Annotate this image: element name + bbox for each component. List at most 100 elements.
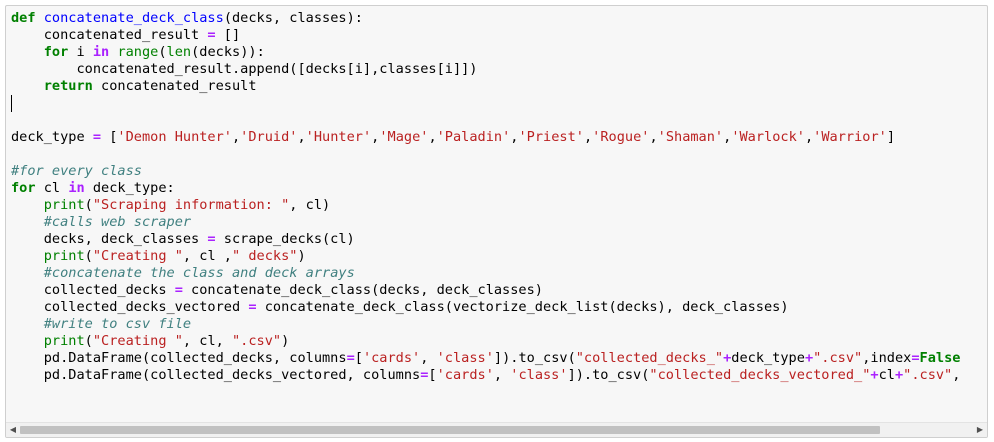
code-line[interactable]: print("Scraping information: ", cl)	[11, 197, 987, 214]
code-token: ,index	[862, 350, 912, 366]
code-token: +	[870, 367, 879, 383]
code-token: #calls web scraper	[43, 214, 192, 230]
code-token: ".csv"	[232, 333, 282, 349]
code-token: ]	[886, 129, 896, 145]
code-token: #for every class	[11, 163, 142, 179]
code-token: deck_type	[731, 350, 805, 366]
code-line[interactable]: #calls web scraper	[11, 214, 987, 231]
code-token: =	[248, 299, 257, 315]
scroll-left-arrow-icon[interactable]: ◀	[6, 423, 20, 437]
code-line[interactable]: pd.DataFrame(collected_decks, columns=['…	[11, 350, 987, 367]
code-line[interactable]: deck_type = ['Demon Hunter','Druid','Hun…	[11, 129, 987, 146]
code-line[interactable]: for cl in deck_type:	[11, 180, 987, 197]
code-editor[interactable]: def concatenate_deck_class(decks, classe…	[11, 10, 987, 421]
code-token: ,	[297, 129, 306, 145]
code-token: ]).to_csv(	[567, 367, 650, 383]
code-token: concatenated_result	[11, 27, 208, 43]
code-line[interactable]: print("Creating ", cl, ".csv")	[11, 333, 987, 350]
code-token: def	[11, 10, 36, 26]
code-token: concatenate_deck_class	[43, 10, 224, 26]
code-token: ]).to_csv(	[493, 350, 576, 366]
code-line[interactable]: #concatenate the class and deck arrays	[11, 265, 987, 282]
code-token: 'cards'	[362, 350, 421, 366]
code-line[interactable]: concatenated_result.append([decks[i],cla…	[11, 61, 987, 78]
code-token: 'Shaman'	[657, 129, 724, 145]
code-token: print	[43, 333, 85, 349]
code-line[interactable]	[11, 112, 987, 129]
code-token: =	[207, 27, 216, 43]
code-line[interactable]: #for every class	[11, 163, 987, 180]
code-token: "Creating "	[92, 248, 183, 264]
code-token: cl	[878, 367, 895, 383]
code-token: 'Demon Hunter'	[117, 129, 232, 145]
code-token: pd.DataFrame(collected_decks_vectored, c…	[11, 367, 421, 383]
code-token: (	[84, 333, 93, 349]
code-line[interactable]: concatenated_result = []	[11, 27, 987, 44]
code-line[interactable]: print("Creating ", cl ," decks")	[11, 248, 987, 265]
code-token: (	[84, 248, 93, 264]
code-token: , cl,	[182, 333, 232, 349]
code-token: ,	[952, 367, 961, 383]
code-token: print	[43, 197, 85, 213]
code-token: range	[117, 44, 159, 60]
code-token: 'Paladin'	[436, 129, 511, 145]
code-line[interactable]	[11, 146, 987, 163]
code-token: 'Warlock'	[731, 129, 805, 145]
code-line[interactable]: def concatenate_deck_class(decks, classe…	[11, 10, 987, 27]
code-token: concatenated_result.append([decks[i],cla…	[11, 61, 478, 77]
code-line[interactable]	[11, 95, 987, 112]
code-token: ,	[231, 129, 241, 145]
text-cursor	[11, 95, 12, 112]
code-line[interactable]: #write to csv file	[11, 316, 987, 333]
code-token: len	[166, 44, 192, 60]
code-token: cl	[35, 180, 69, 196]
code-line[interactable]: collected_decks_vectored = concatenate_d…	[11, 299, 987, 316]
code-line[interactable]: decks, deck_classes = scrape_decks(cl)	[11, 231, 987, 248]
code-token: ,	[428, 129, 437, 145]
code-token: 'Hunter'	[305, 129, 372, 145]
code-token: 'Rogue'	[592, 129, 650, 145]
code-token: 'Priest'	[518, 129, 584, 145]
horizontal-scrollbar[interactable]: ◀ ▶	[6, 422, 987, 437]
code-token: for	[11, 180, 36, 196]
code-token: 'cards'	[436, 367, 494, 383]
code-token: ,	[493, 367, 511, 383]
code-token: ,	[420, 350, 437, 366]
scrollbar-thumb[interactable]	[20, 426, 880, 434]
code-token: ".csv"	[813, 350, 863, 366]
code-token: (decks, classes):	[223, 10, 363, 26]
code-token: =	[346, 350, 355, 366]
code-token: pd.DataFrame(collected_decks, columns	[11, 350, 347, 366]
code-token: "collected_decks_"	[575, 350, 724, 366]
code-token: [	[428, 367, 437, 383]
code-token: )	[297, 248, 306, 264]
code-token: #concatenate the class and deck arrays	[43, 265, 355, 281]
code-token: 'class'	[510, 367, 568, 383]
code-token: print	[43, 248, 85, 264]
code-token: (decks)):	[191, 44, 265, 60]
code-line[interactable]: collected_decks = concatenate_deck_class…	[11, 282, 987, 299]
code-token: in	[68, 180, 85, 196]
code-token: 'class'	[436, 350, 494, 366]
code-token: "Scraping information: "	[92, 197, 290, 213]
scroll-right-arrow-icon[interactable]: ▶	[973, 423, 987, 437]
code-token: " decks"	[232, 248, 298, 264]
code-token: =	[174, 282, 183, 298]
code-token: =	[207, 231, 216, 247]
code-line[interactable]: pd.DataFrame(collected_decks_vectored, c…	[11, 367, 987, 384]
code-line[interactable]: return concatenated_result	[11, 78, 987, 95]
code-token: 'Warrior'	[813, 129, 887, 145]
code-token: =	[911, 350, 920, 366]
code-cell[interactable]: def concatenate_deck_class(decks, classe…	[5, 5, 988, 438]
code-token: #write to csv file	[43, 316, 192, 332]
code-token: ,	[583, 129, 593, 145]
code-token: decks, deck_classes	[11, 231, 208, 247]
code-token: False	[919, 350, 961, 366]
code-token: ".csv"	[903, 367, 953, 383]
code-line[interactable]: for i in range(len(decks)):	[11, 44, 987, 61]
code-token: i	[68, 44, 93, 60]
code-token: (	[84, 197, 93, 213]
